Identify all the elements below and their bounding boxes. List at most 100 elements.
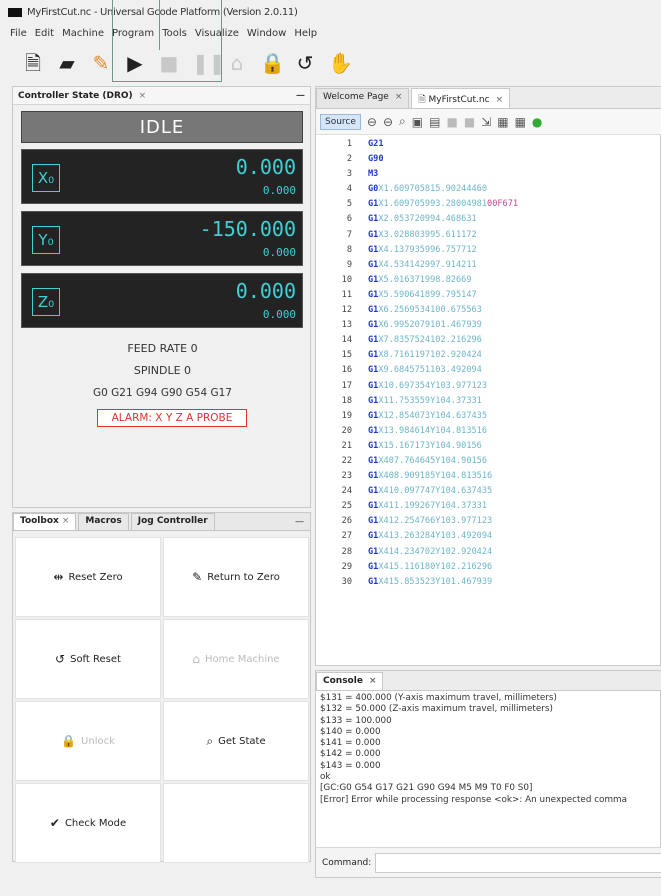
tab-macros[interactable]: Macros (78, 513, 129, 530)
code-area[interactable]: 1 G21 2 G90 3 M3 4 G0X1.609705815.90244460 5… (316, 137, 661, 657)
forward-icon[interactable]: ⊖ (383, 115, 393, 129)
code-line: 18 G1X11.753559Y104.37331 (316, 394, 661, 409)
menu-edit[interactable]: Edit (35, 28, 54, 39)
find-icon[interactable]: ⌕ (399, 114, 406, 129)
close-icon[interactable]: × (395, 92, 403, 102)
axis-z-label[interactable]: Z₀ (32, 288, 60, 316)
tab-myfirstcut[interactable]: 🗎 MyFirstCut.nc × (411, 88, 511, 108)
line-number: 25 (341, 501, 352, 512)
machine-state: IDLE (21, 111, 303, 143)
gcode-args: X1.609705815.90244460 (378, 184, 488, 195)
gcode-command: G1 (368, 350, 379, 361)
axis-x-row: X₀ 0.000 0.000 (21, 149, 303, 204)
tab-welcome-page[interactable]: Welcome Page × (316, 88, 410, 108)
line-number: 1 (346, 139, 352, 149)
menu-program[interactable]: Program (112, 28, 154, 39)
toggle-icon[interactable]: ▣ (412, 115, 423, 129)
hand-icon[interactable]: ✋ (328, 53, 353, 73)
source-button[interactable]: Source (320, 113, 361, 130)
line-number: 27 (341, 531, 352, 542)
pause-icon: ❚❚ (192, 51, 226, 75)
console-line: [GC:G0 G54 G17 G21 G90 G94 M5 M9 T0 F0 S… (320, 783, 533, 794)
close-icon[interactable]: × (496, 95, 504, 105)
editor-panel: Welcome Page × 🗎 MyFirstCut.nc × Source ⊖ … (315, 86, 661, 666)
gcode-command: G1 (368, 546, 379, 557)
play-icon[interactable]: ▶ (124, 53, 146, 73)
code-line: 12 G1X6.2569534100.675563 (316, 303, 661, 318)
tab-jog-controller[interactable]: Jog Controller (130, 513, 215, 530)
soft-reset-button[interactable]: ↺ Soft Reset (15, 619, 161, 699)
menu-visualize[interactable]: Visualize (195, 28, 239, 39)
lock-icon[interactable]: 🔒 (260, 53, 285, 73)
reset-zero-button[interactable]: ⇹ Reset Zero (15, 537, 161, 617)
comment-icon[interactable]: ▦ (497, 115, 508, 129)
back-icon[interactable]: ⊖ (367, 115, 377, 129)
axis-x-label[interactable]: X₀ (32, 164, 60, 192)
new-file-icon[interactable]: 🗎 (22, 53, 44, 73)
axis-y-value[interactable]: -150.000 (200, 217, 296, 241)
gcode-command: G1 (368, 274, 379, 285)
return-to-zero-button[interactable]: ✎ Return to Zero (163, 537, 309, 617)
gcode-command: G1 (368, 214, 379, 225)
check-mode-button[interactable]: ✔ Check Mode (15, 783, 161, 863)
gcode-args: X415.116180Y102.216296 (378, 561, 493, 572)
bookmark-icon[interactable]: ▤ (429, 115, 440, 129)
gcode-command: G21 (368, 139, 384, 149)
line-number: 7 (346, 229, 352, 240)
menu-window[interactable]: Window (247, 28, 286, 39)
line-number: 30 (341, 576, 352, 587)
reset-zero-label: Reset Zero (68, 571, 123, 583)
gcode-command: G1 (368, 516, 379, 527)
dro-title-bar: Controller State (DRO) × — (13, 87, 310, 105)
eraser-icon[interactable]: ✎ (90, 53, 112, 73)
gcode-args: X408.909185Y104.813516 (378, 471, 493, 482)
code-line: 24 G1X410.097747Y104.637435 (316, 484, 661, 499)
code-line: 4 G0X1.609705815.90244460 (316, 182, 661, 197)
line-number: 28 (341, 546, 352, 557)
get-state-button[interactable]: ⌕ Get State (163, 701, 309, 781)
close-icon[interactable]: × (139, 91, 147, 101)
gcode-command: G1 (368, 501, 379, 512)
shift-icon[interactable]: ⇲ (481, 115, 491, 129)
gcode-command: G1 (368, 229, 379, 240)
close-icon[interactable]: × (369, 676, 377, 686)
code-line: 6 G1X2.053720994.468631 (316, 212, 661, 227)
code-line: 29 G1X415.116180Y102.216296 (316, 560, 661, 575)
gcode-feed: 00F671 (487, 199, 519, 210)
line-number: 15 (341, 350, 352, 361)
gcode-command: G1 (368, 455, 379, 466)
tab-console[interactable]: Console × (316, 672, 384, 690)
menu-machine[interactable]: Machine (62, 28, 104, 39)
gcode-args: X410.097747Y104.637435 (378, 486, 493, 497)
minimize-icon[interactable]: — (296, 91, 305, 101)
gcode-args: X8.7161197102.920424 (378, 350, 482, 361)
tab-welcome-label: Welcome Page (323, 92, 389, 102)
return-zero-icon: ✎ (192, 570, 203, 584)
menu-help[interactable]: Help (294, 28, 317, 39)
menu-bar: File Edit Machine Program Tools Visualiz… (0, 24, 661, 42)
axis-y-label[interactable]: Y₀ (32, 226, 60, 254)
search-icon: ⌕ (206, 733, 214, 748)
axis-z-value[interactable]: 0.000 (236, 279, 296, 303)
spindle: SPINDLE 0 (133, 364, 192, 377)
open-folder-icon[interactable]: ▰ (56, 53, 78, 73)
gcode-command: G1 (368, 199, 379, 210)
close-icon[interactable]: × (62, 516, 70, 526)
editor-tabs: Welcome Page × 🗎 MyFirstCut.nc × (316, 87, 661, 109)
line-number: 2 (346, 154, 352, 165)
command-input[interactable] (375, 852, 661, 873)
reset-icon[interactable]: ↺ (294, 53, 316, 73)
tab-toolbox[interactable]: Toolbox × (13, 513, 77, 530)
minimize-icon[interactable]: — (295, 517, 310, 530)
gcode-args: X9.6845751103.492094 (378, 365, 482, 376)
axis-x-value[interactable]: 0.000 (236, 155, 296, 179)
macro-icon[interactable]: ● (532, 115, 542, 129)
console-output[interactable]: $131 = 400.000 (Y-axis maximum travel, m… (320, 693, 660, 806)
line-number: 24 (341, 486, 352, 497)
menu-tools[interactable]: Tools (162, 28, 187, 39)
uncomment-icon[interactable]: ▦ (515, 115, 526, 129)
command-label: Command: (322, 857, 372, 868)
menu-file[interactable]: File (10, 28, 27, 39)
gcode-args: X5.590641899.795147 (378, 289, 477, 300)
gcode-command: G1 (368, 259, 379, 270)
